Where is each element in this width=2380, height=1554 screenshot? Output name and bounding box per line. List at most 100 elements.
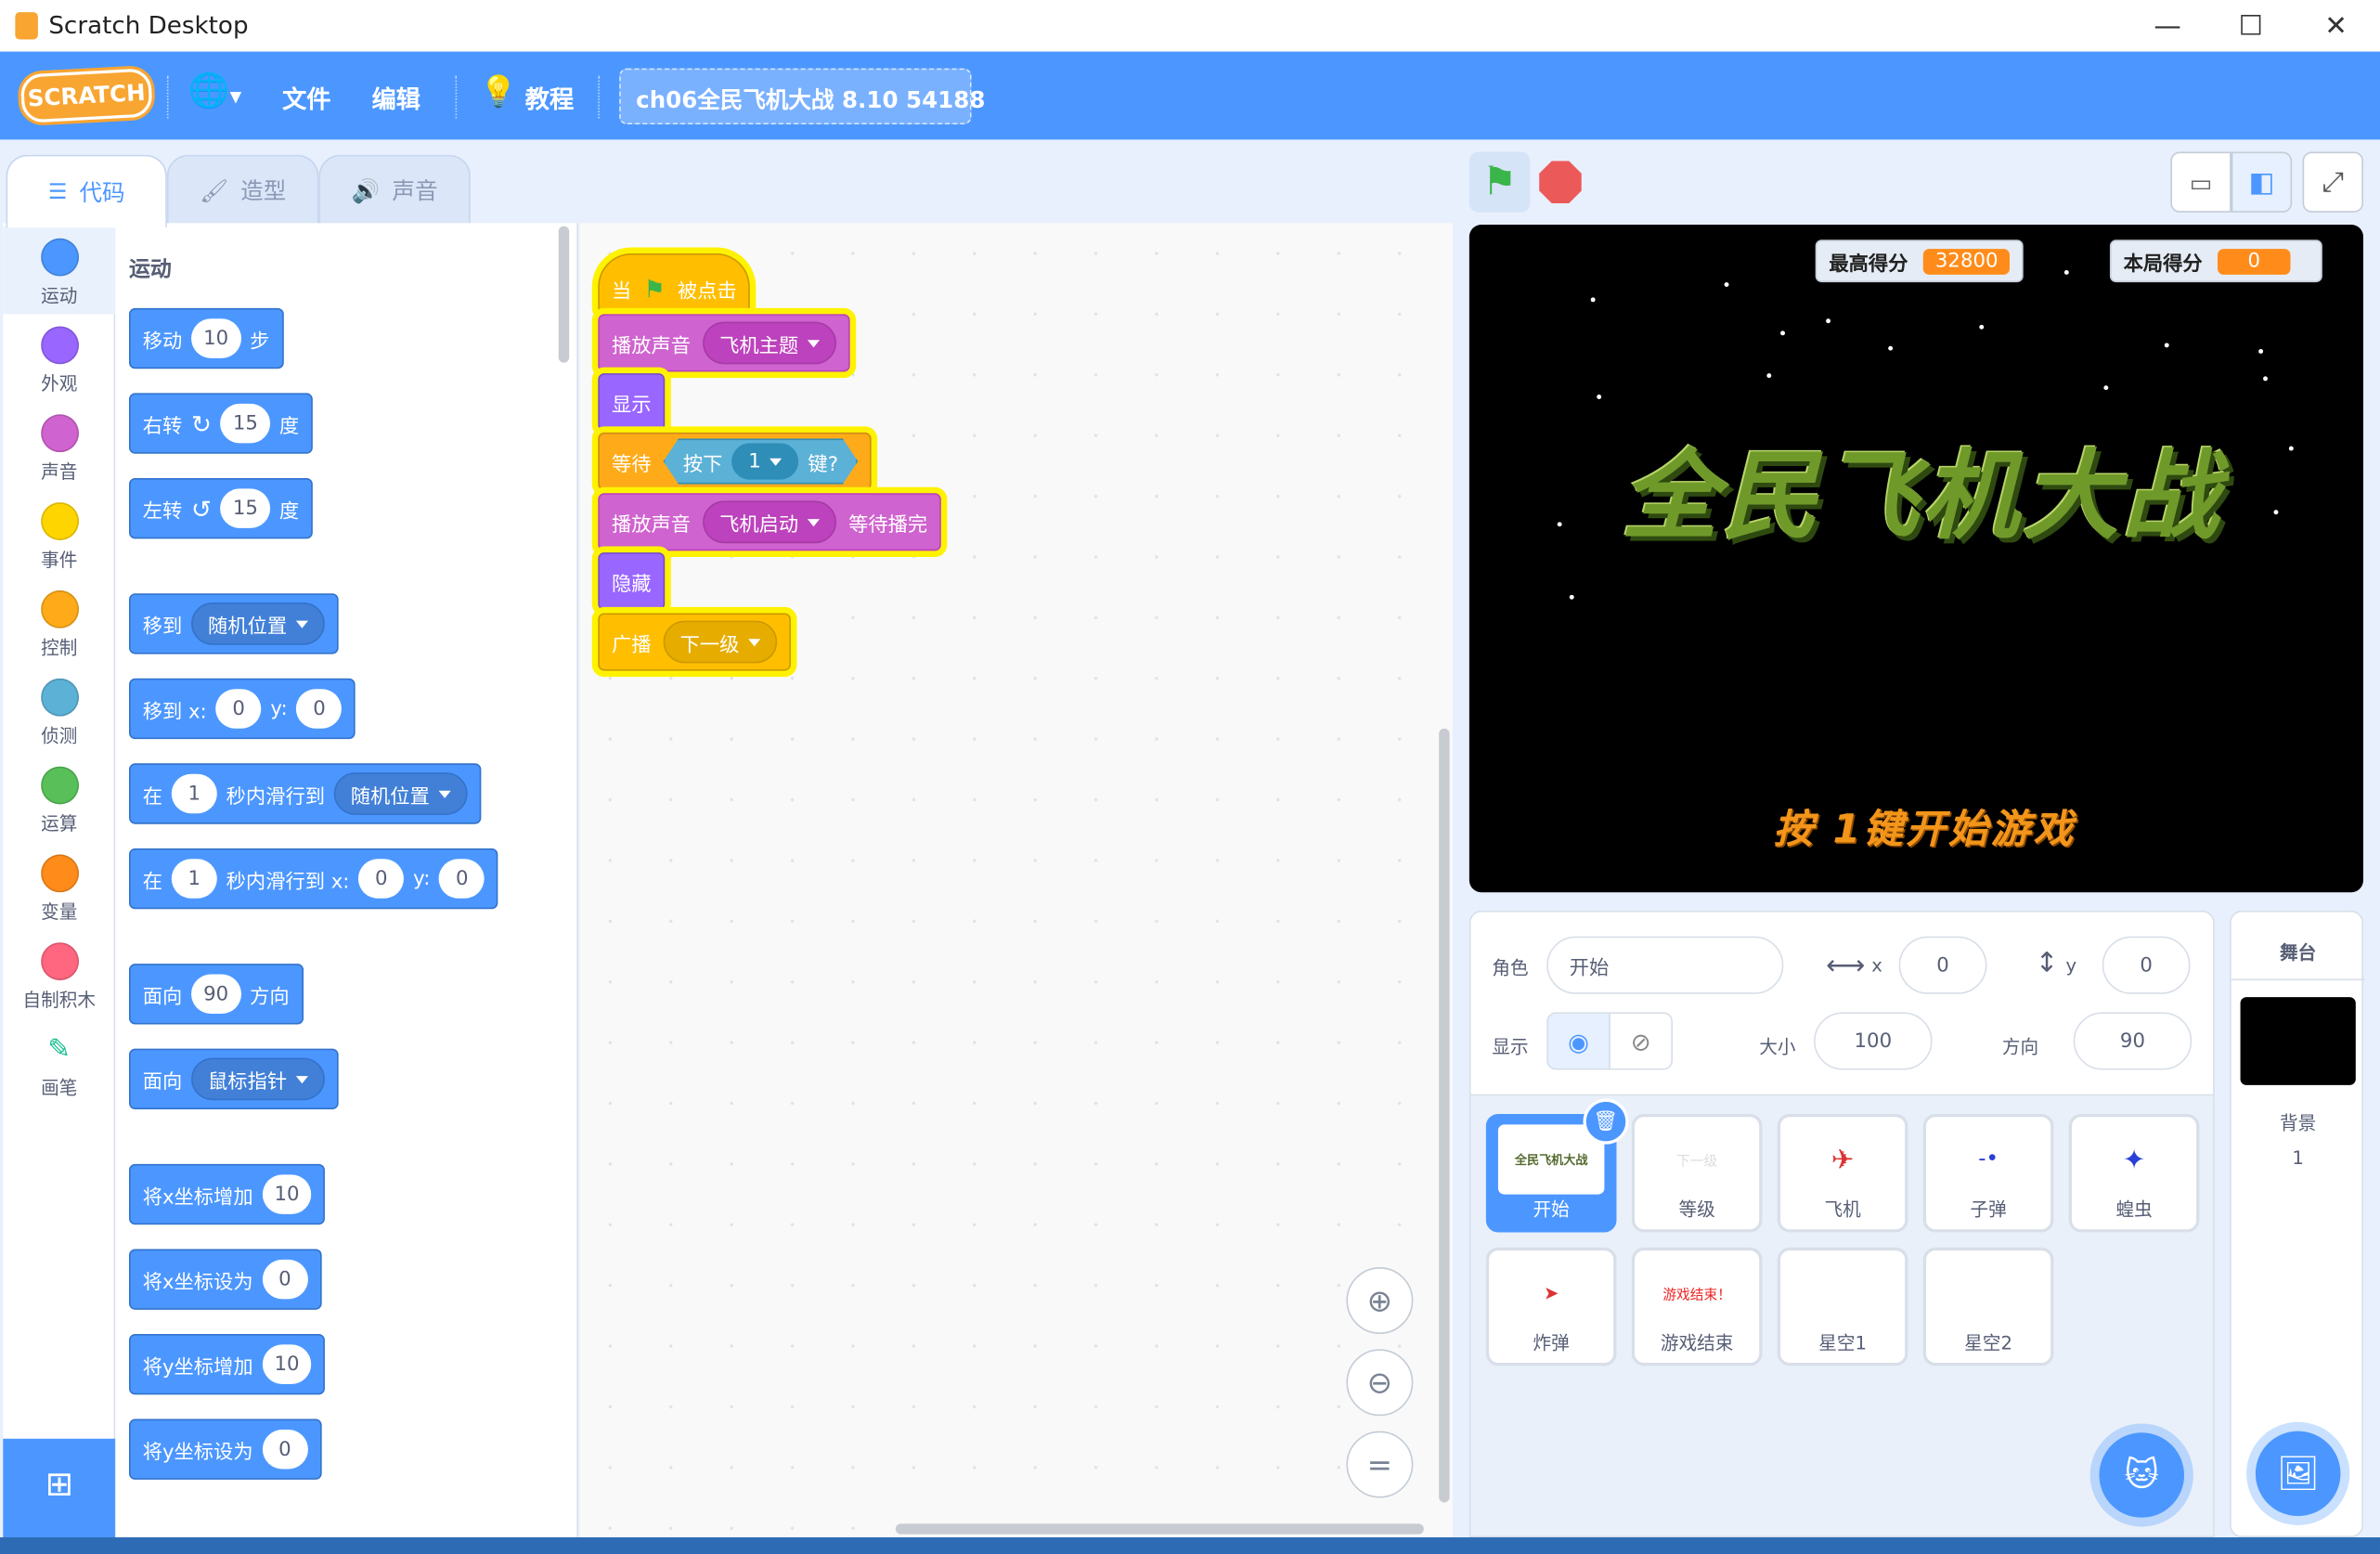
fullscreen-button[interactable]: ⤢: [2302, 151, 2364, 213]
language-globe-icon[interactable]: 🌐▼: [188, 72, 241, 110]
close-button[interactable]: ✕: [2294, 0, 2379, 52]
value-input[interactable]: 0: [262, 1259, 308, 1300]
sound-dropdown[interactable]: 飞机主题: [703, 321, 837, 365]
script-play-sound-until-done[interactable]: 播放声音 飞机启动 等待播完: [598, 493, 941, 551]
block-point-towards[interactable]: 面向 鼠标指针: [128, 1048, 339, 1110]
sprite-tile-bomb[interactable]: ➤ 炸弹: [1485, 1247, 1617, 1366]
palette-scrollbar[interactable]: [558, 226, 570, 363]
sprite-tile-level[interactable]: 下一级 等级: [1631, 1113, 1763, 1233]
block-turn-right[interactable]: 右转 ↻ 15 度: [128, 393, 313, 454]
delete-sprite-trash-icon[interactable]: 🗑: [1583, 1098, 1629, 1145]
block-point-direction[interactable]: 面向 90 方向: [128, 964, 304, 1025]
value-input[interactable]: 10: [262, 1344, 312, 1384]
category-sound[interactable]: 声音: [3, 402, 115, 490]
zoom-reset-button[interactable]: =: [1346, 1431, 1414, 1498]
size-input[interactable]: 100: [1814, 1012, 1933, 1070]
small-stage-button[interactable]: ▭: [2170, 151, 2231, 213]
degrees-input[interactable]: 15: [220, 488, 271, 528]
category-variables[interactable]: 变量: [3, 842, 115, 930]
category-my-blocks[interactable]: 自制积木: [3, 930, 115, 1018]
seconds-input[interactable]: 1: [171, 859, 217, 899]
seconds-input[interactable]: 1: [171, 773, 217, 814]
script-play-sound-1[interactable]: 播放声音 飞机主题: [598, 314, 850, 372]
y-input[interactable]: 0: [296, 689, 343, 729]
towards-dropdown[interactable]: 鼠标指针: [191, 1057, 325, 1101]
sound-dropdown[interactable]: 飞机启动: [703, 500, 837, 544]
stage-canvas[interactable]: 最高得分 32800 本局得分 0 全民飞机大战 按 1键开始游戏: [1468, 224, 2364, 893]
tutorials-menu[interactable]: 教程: [525, 79, 574, 115]
direction-input[interactable]: 90: [2073, 1012, 2192, 1070]
script-hat-flag-clicked[interactable]: 当 ⚑ 被点击: [598, 253, 751, 315]
stage-selector-panel[interactable]: 舞台 背景 1 🖼: [2230, 910, 2365, 1538]
block-set-y[interactable]: 将y坐标设为 0: [128, 1418, 322, 1480]
key-pressed-boolean[interactable]: 按下 1 键?: [664, 438, 859, 484]
block-glide-to[interactable]: 在 1 秒内滑行到 随机位置: [128, 763, 482, 824]
degrees-input[interactable]: 15: [220, 403, 271, 444]
direction-input[interactable]: 90: [191, 974, 241, 1015]
script-workspace[interactable]: 当 ⚑ 被点击 播放声音 飞机主题 显示 等待 按下 1 键? 播放声音 飞机启动 等待播完 隐…: [579, 223, 1453, 1538]
dropdown-value: 1: [748, 449, 761, 473]
maximize-button[interactable]: ☐: [2208, 0, 2294, 52]
zoom-out-button[interactable]: ⊖: [1346, 1349, 1414, 1417]
broadcast-dropdown[interactable]: 下一级: [663, 620, 778, 664]
tab-costumes[interactable]: 🖌 造型: [166, 154, 319, 225]
y-input[interactable]: 0: [2102, 936, 2191, 994]
steps-input[interactable]: 10: [191, 318, 241, 358]
block-turn-left[interactable]: 左转 ↺ 15 度: [128, 477, 313, 539]
file-menu[interactable]: 文件: [282, 79, 330, 115]
tab-sounds[interactable]: 🔊 声音: [318, 154, 471, 225]
sprite-tile-locust[interactable]: ✦ 蝗虫: [2068, 1113, 2200, 1233]
scratch-logo[interactable]: SCRATCH: [19, 68, 153, 123]
x-input[interactable]: 0: [358, 859, 405, 899]
workspace-horizontal-scrollbar[interactable]: [895, 1523, 1424, 1535]
key-dropdown[interactable]: 1: [731, 443, 798, 479]
sprite-tile-plane[interactable]: ✈ 飞机: [1777, 1113, 1908, 1233]
script-wait-until[interactable]: 等待 按下 1 键?: [598, 432, 872, 491]
y-input[interactable]: 0: [439, 859, 485, 899]
add-backdrop-icon[interactable]: 🖼: [2255, 1431, 2341, 1517]
add-sprite-cat-icon[interactable]: 🐱: [2099, 1432, 2185, 1518]
category-operators[interactable]: 运算: [3, 754, 115, 842]
category-control[interactable]: 控制: [3, 578, 115, 667]
block-change-y[interactable]: 将y坐标增加 10: [128, 1333, 326, 1395]
sprite-tile-starfield-1[interactable]: 星空1: [1777, 1247, 1908, 1366]
project-title-input[interactable]: ch06全民飞机大战 8.10 54188: [619, 68, 985, 125]
block-goto[interactable]: 移到 随机位置: [128, 593, 339, 654]
script-broadcast[interactable]: 广播 下一级: [598, 613, 791, 671]
green-flag-button[interactable]: ⚑: [1468, 151, 1531, 213]
block-move-steps[interactable]: 移动 10 步: [128, 307, 284, 369]
large-stage-button[interactable]: ◧: [2231, 151, 2293, 213]
block-change-x[interactable]: 将x坐标增加 10: [128, 1163, 326, 1225]
category-motion[interactable]: 运动: [3, 226, 116, 315]
block-set-x[interactable]: 将x坐标设为 0: [128, 1249, 322, 1310]
add-extension-button[interactable]: ⊞: [3, 1438, 116, 1539]
edit-menu[interactable]: 编辑: [372, 79, 420, 115]
block-goto-xy[interactable]: 移到 x: 0 y: 0: [128, 678, 356, 740]
hide-eye-icon[interactable]: ⊘: [1609, 1012, 1673, 1070]
x-input[interactable]: 0: [1898, 936, 1987, 994]
tab-code[interactable]: ☰ 代码: [6, 154, 167, 228]
workspace-vertical-scrollbar[interactable]: [1439, 728, 1450, 1503]
minimize-button[interactable]: —: [2125, 0, 2210, 52]
sprite-name-input[interactable]: 开始: [1546, 936, 1784, 994]
show-eye-icon[interactable]: ◉: [1546, 1012, 1610, 1070]
script-show[interactable]: 显示: [598, 373, 666, 432]
value-input[interactable]: 0: [262, 1429, 308, 1470]
sprite-tile-starfield-2[interactable]: 星空2: [1922, 1247, 2054, 1366]
category-events[interactable]: 事件: [3, 490, 115, 578]
category-pen[interactable]: ✎ 画笔: [3, 1018, 115, 1107]
glide-dropdown[interactable]: 随机位置: [333, 772, 468, 815]
sprite-tile-game-over[interactable]: 游戏结束！ 游戏结束: [1631, 1247, 1763, 1366]
block-glide-xy[interactable]: 在 1 秒内滑行到 x: 0 y: 0: [128, 848, 498, 910]
script-hide[interactable]: 隐藏: [598, 552, 666, 611]
sprite-list: 全民飞机大战 开始 🗑 下一级 等级 ✈ 飞机 -• 子弹 ✦ 蝗虫 ➤ 炸弹 …: [1468, 1095, 2215, 1538]
zoom-in-button[interactable]: ⊕: [1346, 1267, 1414, 1334]
goto-dropdown[interactable]: 随机位置: [191, 602, 325, 645]
category-sensing[interactable]: 侦测: [3, 667, 115, 755]
block-text: 面向: [142, 1070, 183, 1094]
category-looks[interactable]: 外观: [3, 314, 115, 402]
sprite-tile-bullet[interactable]: -• 子弹: [1922, 1113, 2054, 1233]
value-input[interactable]: 10: [262, 1174, 312, 1214]
x-input[interactable]: 0: [215, 689, 262, 729]
stop-button[interactable]: [1539, 161, 1582, 204]
